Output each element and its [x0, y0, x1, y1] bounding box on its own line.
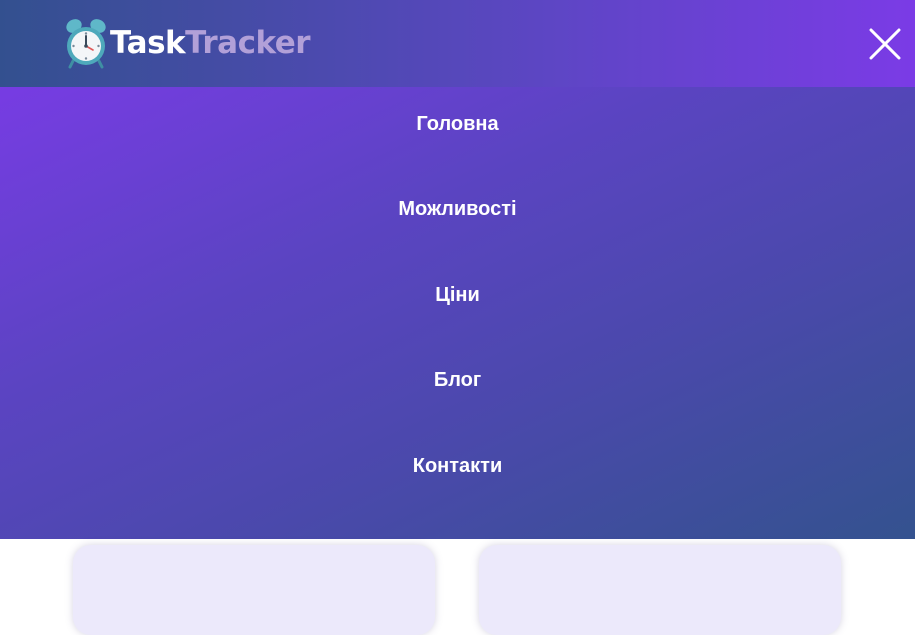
feature-cards-section	[0, 539, 915, 635]
nav-item-contacts[interactable]: Контакти	[0, 454, 915, 478]
nav-item-label: Блог	[433, 369, 482, 391]
close-menu-button[interactable]	[866, 25, 904, 63]
logo-text: TaskTracker	[110, 24, 311, 61]
nav-item-features[interactable]: Можливості	[0, 197, 915, 221]
nav-item-blog[interactable]: Блог	[0, 368, 915, 392]
nav-item-home[interactable]: Головна	[0, 112, 915, 136]
nav-item-label: Ціни	[435, 284, 480, 306]
logo-text-tracker: Tracker	[185, 24, 311, 61]
nav-item-label: Контакти	[412, 455, 503, 477]
mobile-nav-menu: Головна Можливості Ціни Блог Контакти	[0, 87, 915, 539]
feature-card	[73, 545, 435, 635]
nav-item-label: Можливості	[398, 198, 517, 220]
nav-item-label: Головна	[416, 113, 499, 135]
site-header: TaskTracker	[0, 0, 915, 87]
nav-item-pricing[interactable]: Ціни	[0, 283, 915, 307]
logo[interactable]: TaskTracker	[64, 16, 311, 70]
alarm-clock-icon	[66, 19, 106, 69]
close-icon	[869, 28, 901, 60]
feature-card	[479, 545, 841, 635]
logo-text-task: Task	[110, 24, 186, 61]
